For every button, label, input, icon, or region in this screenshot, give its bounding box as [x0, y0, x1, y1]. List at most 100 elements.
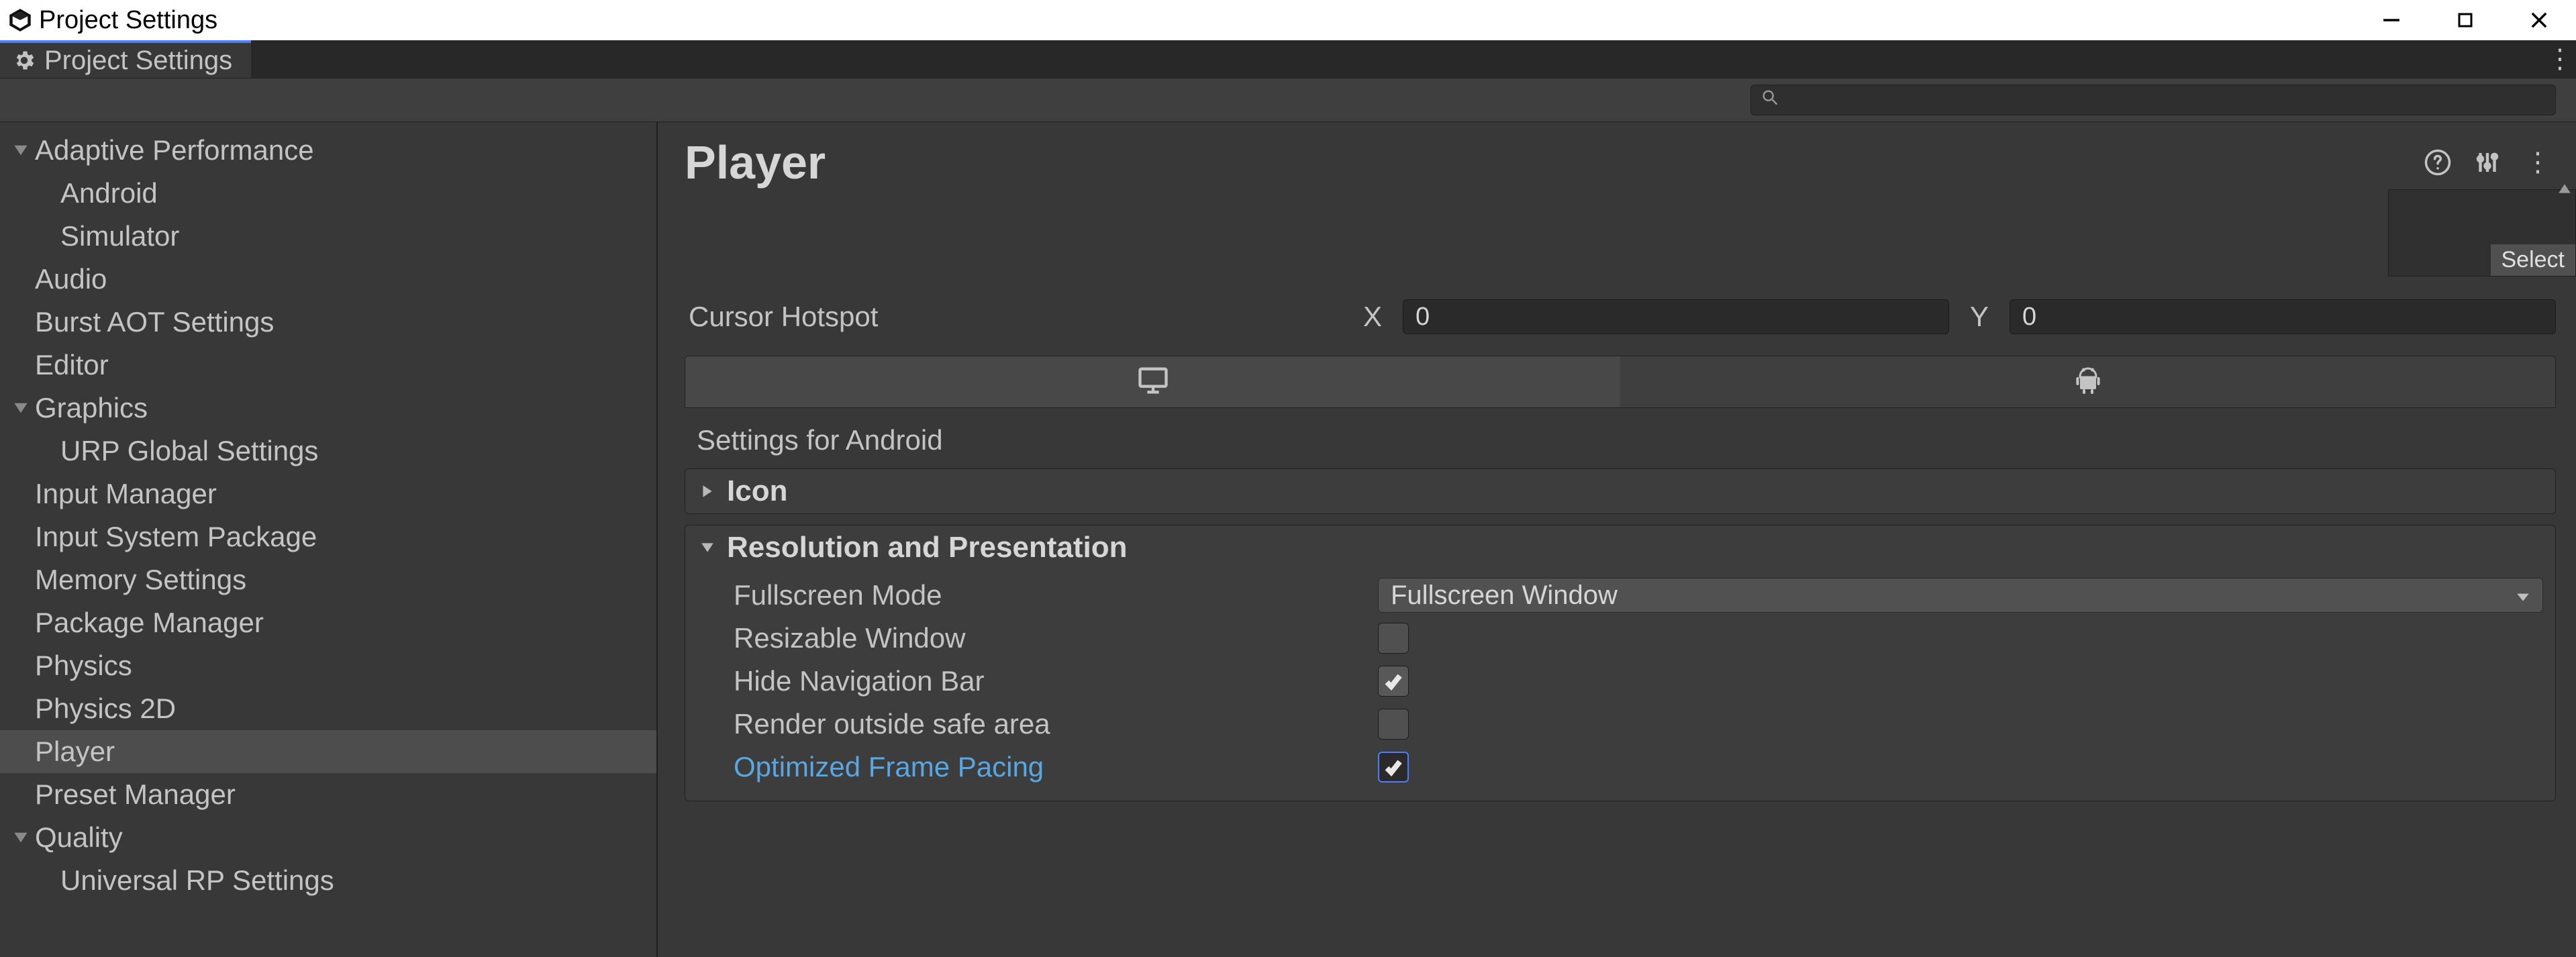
tab-project-settings[interactable]: Project Settings — [0, 40, 251, 78]
sidebar-item-audio[interactable]: Audio — [0, 258, 656, 301]
sidebar-item-graphics[interactable]: Graphics — [0, 387, 656, 430]
sidebar-item-editor[interactable]: Editor — [0, 344, 656, 387]
x-label: X — [1356, 301, 1389, 333]
sidebar-item-label: Simulator — [60, 220, 179, 252]
section-icon: Icon — [685, 468, 2556, 514]
sidebar-item-android[interactable]: Android — [0, 172, 656, 215]
optimized-pacing-row: Optimized Frame Pacing — [734, 746, 2543, 789]
sidebar-item-label: Input System Package — [35, 521, 317, 553]
tab-label: Project Settings — [44, 46, 232, 76]
close-button[interactable] — [2502, 0, 2576, 40]
cursor-hotspot-x-input[interactable] — [1403, 299, 1949, 334]
help-button[interactable] — [2419, 144, 2457, 181]
sidebar-item-package-manager[interactable]: Package Manager — [0, 601, 656, 644]
texture-picker[interactable]: Select — [2388, 189, 2576, 276]
y-label: Y — [1963, 301, 1996, 333]
hide-nav-checkbox[interactable] — [1378, 666, 1409, 697]
resizable-window-checkbox[interactable] — [1378, 623, 1409, 654]
sidebar-item-memory-settings[interactable]: Memory Settings — [0, 558, 656, 601]
sidebar-item-quality[interactable]: Quality — [0, 816, 656, 859]
cursor-hotspot-row: Cursor Hotspot X Y — [685, 297, 2556, 337]
sidebar-item-label: Preset Manager — [35, 778, 236, 811]
sidebar-item-label: Physics 2D — [35, 693, 176, 725]
section-icon-header[interactable]: Icon — [685, 469, 2555, 513]
sidebar-item-input-manager[interactable]: Input Manager — [0, 472, 656, 515]
section-icon-label: Icon — [727, 474, 787, 508]
fullscreen-mode-dropdown[interactable]: Fullscreen Window — [1378, 578, 2543, 613]
platform-tab-android[interactable] — [1620, 356, 2555, 407]
gear-icon — [12, 48, 36, 72]
sidebar-item-label: Adaptive Performance — [35, 134, 314, 166]
sidebar-item-urp-global-settings[interactable]: URP Global Settings — [0, 430, 656, 472]
hide-nav-row: Hide Navigation Bar — [734, 660, 2543, 703]
render-safe-label: Render outside safe area — [734, 708, 1378, 740]
fullscreen-mode-label: Fullscreen Mode — [734, 579, 1378, 611]
main-kebab-menu[interactable]: ⋮ — [2518, 144, 2556, 181]
window-title: Project Settings — [39, 6, 2355, 35]
sidebar-item-physics[interactable]: Physics — [0, 644, 656, 687]
fullscreen-mode-row: Fullscreen Mode Fullscreen Window — [734, 574, 2543, 617]
sidebar-item-physics-2d[interactable]: Physics 2D — [0, 687, 656, 730]
settings-preset-button[interactable] — [2469, 144, 2506, 181]
optimized-pacing-label: Optimized Frame Pacing — [734, 751, 1378, 783]
platform-caption: Settings for Android — [685, 408, 2556, 468]
unity-icon — [7, 7, 34, 34]
sidebar-item-universal-rp-settings[interactable]: Universal RP Settings — [0, 859, 656, 902]
platform-tab-standalone[interactable] — [685, 356, 1620, 407]
sidebar-item-label: Graphics — [35, 392, 148, 424]
sidebar-item-preset-manager[interactable]: Preset Manager — [0, 773, 656, 816]
sidebar-item-simulator[interactable]: Simulator — [0, 215, 656, 258]
search-input[interactable] — [1786, 89, 2546, 111]
sidebar-item-label: Package Manager — [35, 607, 264, 639]
section-resolution: Resolution and Presentation Fullscreen M… — [685, 525, 2556, 801]
resizable-window-row: Resizable Window — [734, 617, 2543, 660]
sidebar-item-label: Burst AOT Settings — [35, 306, 274, 338]
sidebar-item-label: Player — [35, 736, 115, 768]
render-safe-checkbox[interactable] — [1378, 709, 1409, 740]
chevron-right-icon — [697, 481, 717, 501]
chevron-down-icon — [697, 538, 717, 558]
select-button[interactable]: Select — [2491, 244, 2576, 276]
resizable-window-label: Resizable Window — [734, 622, 1378, 654]
minimize-button[interactable] — [2355, 0, 2428, 40]
sidebar-item-label: Audio — [35, 263, 107, 295]
sidebar-item-input-system-package[interactable]: Input System Package — [0, 515, 656, 558]
sidebar-item-player[interactable]: Player — [0, 730, 656, 773]
sidebar-item-label: Quality — [35, 821, 123, 854]
section-resolution-header[interactable]: Resolution and Presentation — [685, 525, 2555, 570]
tab-kebab-menu[interactable]: ⋮ — [2542, 40, 2576, 78]
sidebar-item-label: Input Manager — [35, 478, 217, 510]
settings-sidebar: Adaptive Performance Android Simulator Audi… — [0, 122, 658, 957]
chevron-down-icon — [7, 394, 35, 422]
sidebar-item-burst-aot-settings[interactable]: Burst AOT Settings — [0, 301, 656, 344]
kebab-icon: ⋮ — [2524, 147, 2550, 178]
sidebar-item-label: Physics — [35, 650, 132, 682]
render-safe-row: Render outside safe area — [734, 703, 2543, 746]
sidebar-item-label: Editor — [35, 349, 109, 381]
cursor-hotspot-y-input[interactable] — [2010, 299, 2556, 334]
android-icon — [2072, 364, 2104, 400]
sidebar-item-label: Memory Settings — [35, 564, 246, 596]
optimized-pacing-checkbox[interactable] — [1378, 752, 1409, 783]
settings-main: Player ⋮ Select Cursor Hotspot X Y — [658, 122, 2576, 957]
tab-strip: Project Settings ⋮ — [0, 40, 2576, 78]
window-titlebar: Project Settings — [0, 0, 2576, 40]
platform-tabs — [685, 356, 2556, 408]
fullscreen-mode-value: Fullscreen Window — [1391, 581, 1618, 611]
monitor-icon — [1136, 363, 1171, 401]
scroll-up-arrow[interactable] — [2557, 181, 2572, 196]
sidebar-item-label: Universal RP Settings — [60, 864, 334, 897]
sidebar-item-label: URP Global Settings — [60, 435, 318, 467]
sidebar-item-label: Android — [60, 177, 158, 209]
chevron-down-icon — [7, 823, 35, 852]
page-title: Player — [685, 136, 2407, 189]
section-resolution-label: Resolution and Presentation — [727, 531, 1128, 564]
maximize-button[interactable] — [2428, 0, 2502, 40]
search-icon — [1761, 88, 1779, 112]
cursor-hotspot-label: Cursor Hotspot — [685, 301, 1356, 333]
kebab-icon: ⋮ — [2546, 44, 2572, 74]
search-box[interactable] — [1750, 85, 2556, 115]
search-strip — [0, 78, 2576, 122]
chevron-down-icon — [2516, 581, 2530, 611]
sidebar-item-adaptive-performance[interactable]: Adaptive Performance — [0, 129, 656, 172]
